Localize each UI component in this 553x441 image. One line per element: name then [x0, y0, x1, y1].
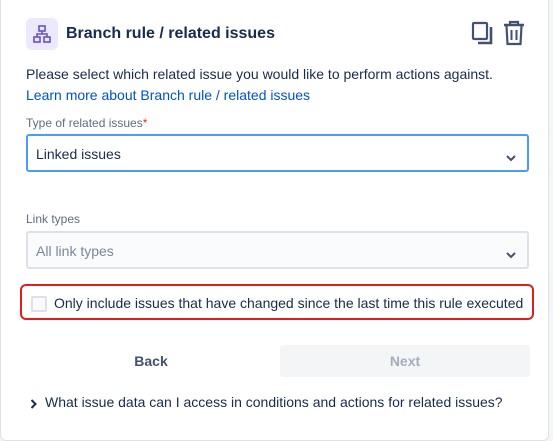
chevron-down-icon [506, 149, 516, 165]
faq-expander[interactable]: What issue data can I access in conditio… [45, 394, 503, 410]
required-mark: * [142, 116, 148, 130]
type-of-related-issues-select[interactable]: Linked issues [26, 134, 529, 172]
panel-title: Branch rule / related issues [66, 25, 275, 42]
chevron-right-icon[interactable] [30, 396, 37, 414]
link-types-label: Link types [26, 212, 81, 226]
trash-icon[interactable] [502, 20, 526, 46]
link-types-placeholder: All link types [36, 243, 114, 259]
chevron-down-icon [506, 246, 516, 262]
type-label-text: Type of related issues [26, 116, 143, 130]
copy-icon[interactable] [471, 21, 495, 45]
back-button[interactable]: Back [26, 345, 276, 377]
description-text: Please select which related issue you wo… [26, 66, 493, 82]
link-types-select[interactable]: All link types [26, 231, 529, 269]
description: Please select which related issue you wo… [26, 64, 531, 106]
type-select-value: Linked issues [36, 146, 121, 162]
branch-rule-panel: Branch rule / related issues Please sele… [0, 0, 549, 441]
panel-header: Branch rule / related issues [26, 18, 531, 50]
only-changed-issues-checkbox[interactable] [31, 296, 47, 312]
learn-more-link[interactable]: Learn more about Branch rule / related i… [26, 87, 310, 103]
type-of-related-issues-label: Type of related issues* [26, 116, 147, 130]
branch-icon [26, 18, 58, 50]
next-button[interactable]: Next [280, 345, 530, 377]
only-changed-issues-label[interactable]: Only include issues that have changed si… [54, 295, 523, 311]
